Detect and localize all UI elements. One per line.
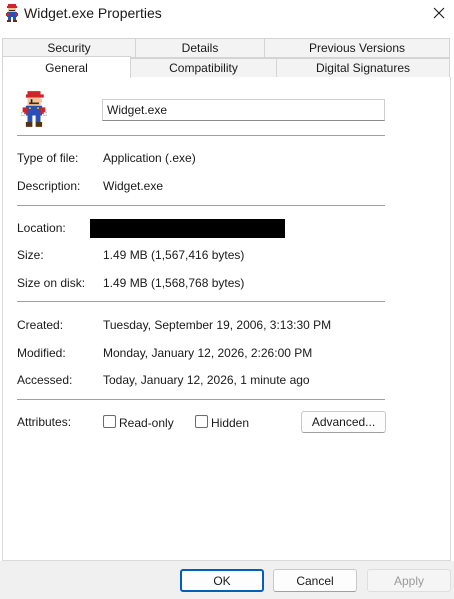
cancel-button[interactable]: Cancel: [273, 569, 357, 592]
apply-button-label: Apply: [393, 573, 425, 588]
tab-previous-versions[interactable]: Previous Versions: [264, 38, 450, 58]
location-redacted: [90, 219, 285, 238]
size-on-disk-value: 1.49 MB (1,568,768 bytes): [103, 276, 245, 290]
close-icon: [433, 7, 445, 19]
type-label: Type of file:: [17, 151, 79, 165]
created-value: Tuesday, September 19, 2006, 3:13:30 PM: [103, 318, 332, 332]
location-label: Location:: [17, 221, 66, 235]
tab-digital-signatures-label: Digital Signatures: [315, 61, 411, 75]
mario-app-icon: [6, 4, 18, 22]
window-title: Widget.exe Properties: [24, 5, 162, 21]
tab-details-label: Details: [181, 41, 219, 55]
tab-compatibility-label: Compatibility: [169, 61, 238, 75]
size-value: 1.49 MB (1,567,416 bytes): [103, 248, 245, 262]
tab-digital-signatures[interactable]: Digital Signatures: [276, 58, 450, 78]
separator: [17, 301, 385, 302]
modified-label: Modified:: [17, 346, 66, 360]
tab-general-label: General: [45, 60, 88, 75]
attributes-label: Attributes:: [17, 415, 72, 429]
filename-input[interactable]: [102, 99, 385, 121]
created-label: Created:: [17, 318, 64, 332]
size-label: Size:: [17, 248, 44, 262]
advanced-button-label: Advanced...: [311, 415, 376, 429]
tab-details[interactable]: Details: [135, 38, 265, 58]
separator: [17, 399, 385, 400]
description-label: Description:: [17, 179, 81, 193]
tab-compatibility[interactable]: Compatibility: [130, 58, 277, 78]
hidden-label: Hidden: [211, 416, 250, 430]
tab-previous-versions-label: Previous Versions: [308, 41, 406, 55]
readonly-checkbox[interactable]: [103, 415, 116, 428]
hidden-checkbox[interactable]: [195, 415, 208, 428]
size-on-disk-label: Size on disk:: [17, 276, 86, 290]
title-bar: Widget.exe Properties: [0, 0, 454, 28]
readonly-label: Read-only: [119, 416, 174, 430]
accessed-label: Accessed:: [17, 373, 73, 387]
advanced-button[interactable]: Advanced...: [301, 411, 386, 433]
description-value: Widget.exe: [103, 179, 164, 193]
tab-security-label: Security: [47, 41, 91, 55]
apply-button[interactable]: Apply: [367, 569, 451, 592]
ok-button[interactable]: OK: [180, 569, 264, 592]
close-button[interactable]: [424, 0, 454, 26]
tab-general[interactable]: General: [2, 56, 131, 78]
tab-security[interactable]: Security: [2, 38, 136, 58]
mario-file-icon: [21, 91, 47, 127]
cancel-button-label: Cancel: [296, 573, 334, 588]
ok-button-label: OK: [213, 573, 231, 588]
type-value: Application (.exe): [103, 151, 196, 165]
separator: [17, 205, 385, 206]
modified-value: Monday, January 12, 2026, 2:26:00 PM: [103, 346, 313, 360]
accessed-value: Today, January 12, 2026, 1 minute ago: [103, 373, 310, 387]
separator: [17, 135, 385, 136]
